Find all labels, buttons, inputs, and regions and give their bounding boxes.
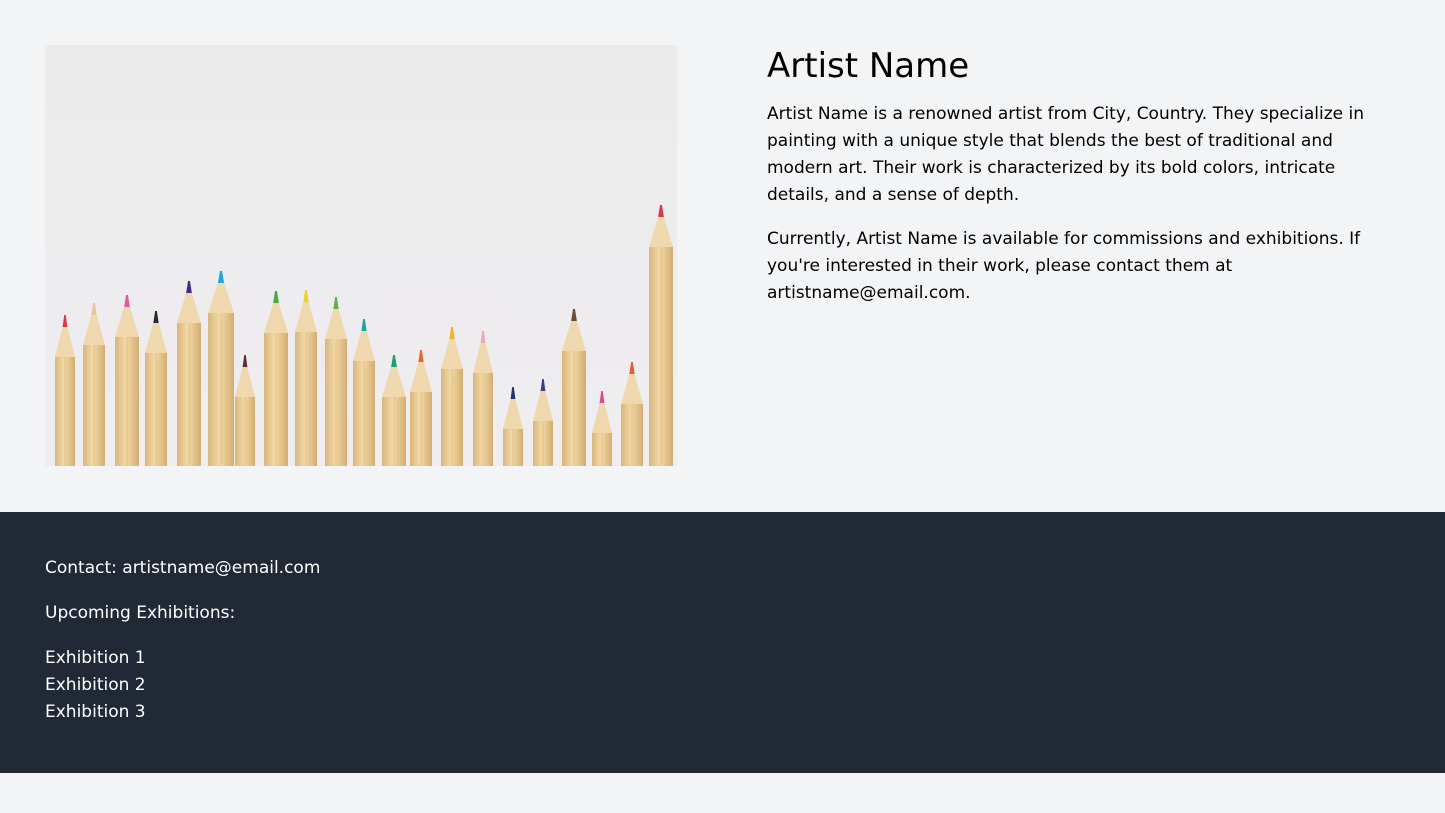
hero-section: Artist Name Artist Name is a renowned ar… — [0, 0, 1445, 512]
footer-content: Contact: artistname@email.com Upcoming E… — [45, 555, 845, 726]
colored-pencils-illustration — [45, 45, 677, 466]
exhibition-item: Exhibition 2 — [45, 675, 146, 695]
artwork-image — [45, 45, 677, 466]
artist-info: Artist Name Artist Name is a renowned ar… — [767, 45, 1399, 324]
contact-text: Contact: artistname@email.com — [45, 558, 321, 578]
artist-bio-paragraph: Artist Name is a renowned artist from Ci… — [767, 104, 1365, 205]
page-bottom-spacer — [0, 773, 1445, 813]
exhibition-item: Exhibition 3 — [45, 702, 146, 722]
artist-availability-paragraph: Currently, Artist Name is available for … — [767, 229, 1361, 303]
exhibitions-list: Exhibition 1 Exhibition 2 Exhibition 3 — [45, 645, 845, 726]
footer: Contact: artistname@email.com Upcoming E… — [0, 512, 1445, 773]
exhibition-item: Exhibition 1 — [45, 648, 146, 668]
artist-name-heading: Artist Name — [767, 46, 970, 86]
exhibitions-heading: Upcoming Exhibitions: — [45, 603, 236, 623]
